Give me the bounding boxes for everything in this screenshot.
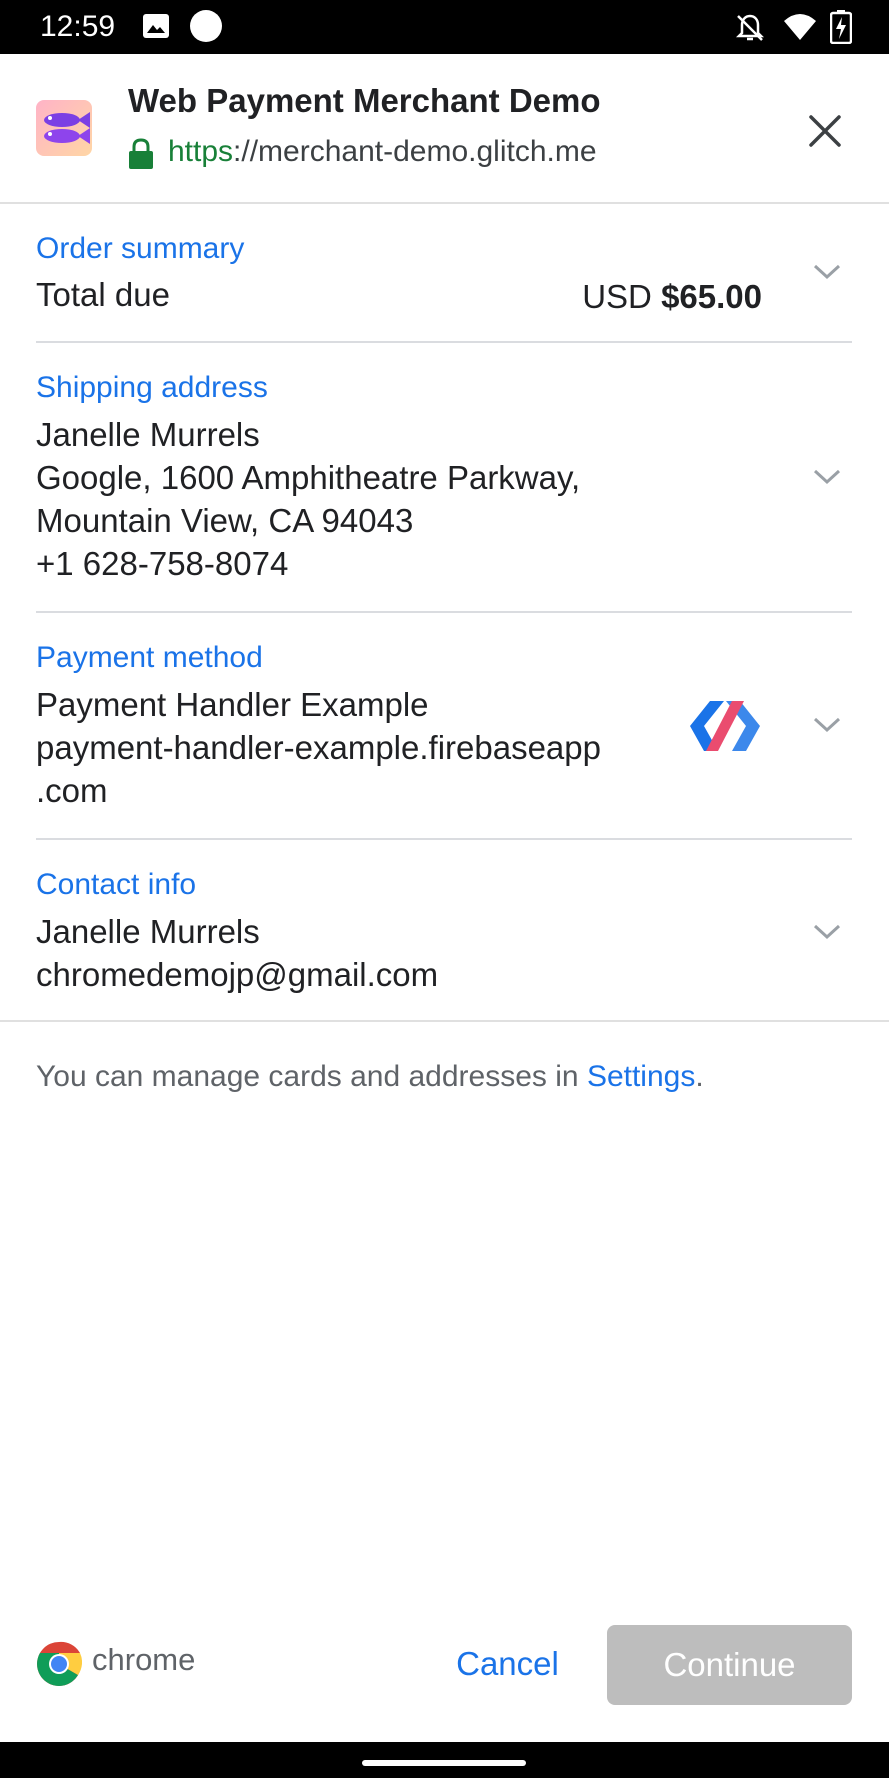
total-due-label: Total due <box>36 276 170 313</box>
currency-code: USD <box>582 278 652 315</box>
cancel-button[interactable]: Cancel <box>440 1625 575 1703</box>
url-scheme: https <box>168 135 234 168</box>
lock-icon <box>129 138 153 169</box>
chevron-down-icon <box>813 717 841 733</box>
payment-handler-domain-tail: .com <box>36 772 108 809</box>
payment-sheet-header: Web Payment Merchant Demo https://mercha… <box>0 54 889 204</box>
shipping-address-section[interactable]: Shipping address Janelle Murrels Google,… <box>0 343 889 611</box>
payment-method-section[interactable]: Payment method Payment Handler Example p… <box>0 613 889 838</box>
order-summary-section[interactable]: Order summary Total due USD $65.00 <box>0 205 889 341</box>
contact-info-label: Contact info <box>36 868 197 901</box>
contact-name: Janelle Murrels <box>36 913 260 950</box>
shipping-city: Mountain View, CA 94043 <box>36 502 414 539</box>
close-icon <box>809 115 841 147</box>
settings-link[interactable]: Settings <box>587 1060 695 1093</box>
order-summary-label: Order summary <box>36 232 245 265</box>
chrome-logo-icon <box>37 1641 82 1686</box>
continue-button[interactable]: Continue <box>607 1625 852 1705</box>
close-button[interactable] <box>800 106 850 156</box>
settings-note: You can manage cards and addresses in Se… <box>36 1060 704 1094</box>
shipping-street: Google, 1600 Amphitheatre Parkway, <box>36 459 581 496</box>
shipping-address-label: Shipping address <box>36 371 268 404</box>
status-bar: 12:59 <box>0 0 889 54</box>
status-time: 12:59 <box>40 10 116 43</box>
chevron-down-icon <box>813 924 841 940</box>
payment-handler-logo-icon <box>690 701 760 751</box>
shipping-name: Janelle Murrels <box>36 416 260 453</box>
chevron-down-icon <box>813 264 841 280</box>
shipping-address-text: Janelle Murrels Google, 1600 Amphitheatr… <box>36 413 580 585</box>
total-amount: USD $65.00 <box>582 278 762 316</box>
merchant-url: https://merchant-demo.glitch.me <box>168 135 597 169</box>
circle-icon <box>190 10 222 42</box>
chevron-down-icon <box>813 469 841 485</box>
payment-method-label: Payment method <box>36 641 263 674</box>
wifi-icon <box>784 14 816 40</box>
shipping-phone: +1 628-758-8074 <box>36 545 289 582</box>
contact-email: chromedemojp@gmail.com <box>36 956 439 993</box>
home-gesture-handle[interactable] <box>362 1760 526 1766</box>
contact-info-text: Janelle Murrels chromedemojp@gmail.com <box>36 910 438 996</box>
payment-handler-name: Payment Handler Example <box>36 686 429 723</box>
notifications-off-icon <box>735 14 765 41</box>
fish-icon <box>44 112 90 144</box>
merchant-title: Web Payment Merchant Demo <box>128 82 601 119</box>
settings-note-text: You can manage cards and addresses in <box>36 1060 587 1093</box>
merchant-logo <box>36 100 92 156</box>
section-divider-full <box>0 1020 889 1022</box>
settings-note-suffix: . <box>695 1060 704 1093</box>
payment-method-text: Payment Handler Example payment-handler-… <box>36 683 601 812</box>
url-host: ://merchant-demo.glitch.me <box>233 135 597 168</box>
battery-charging-icon <box>830 10 852 44</box>
amount-value: $65.00 <box>661 278 762 315</box>
gallery-icon <box>143 14 169 38</box>
chrome-brand-label: chrome <box>92 1642 196 1677</box>
payment-handler-domain: payment-handler-example.firebaseapp <box>36 729 601 766</box>
contact-info-section[interactable]: Contact info Janelle Murrels chromedemoj… <box>0 840 889 1020</box>
